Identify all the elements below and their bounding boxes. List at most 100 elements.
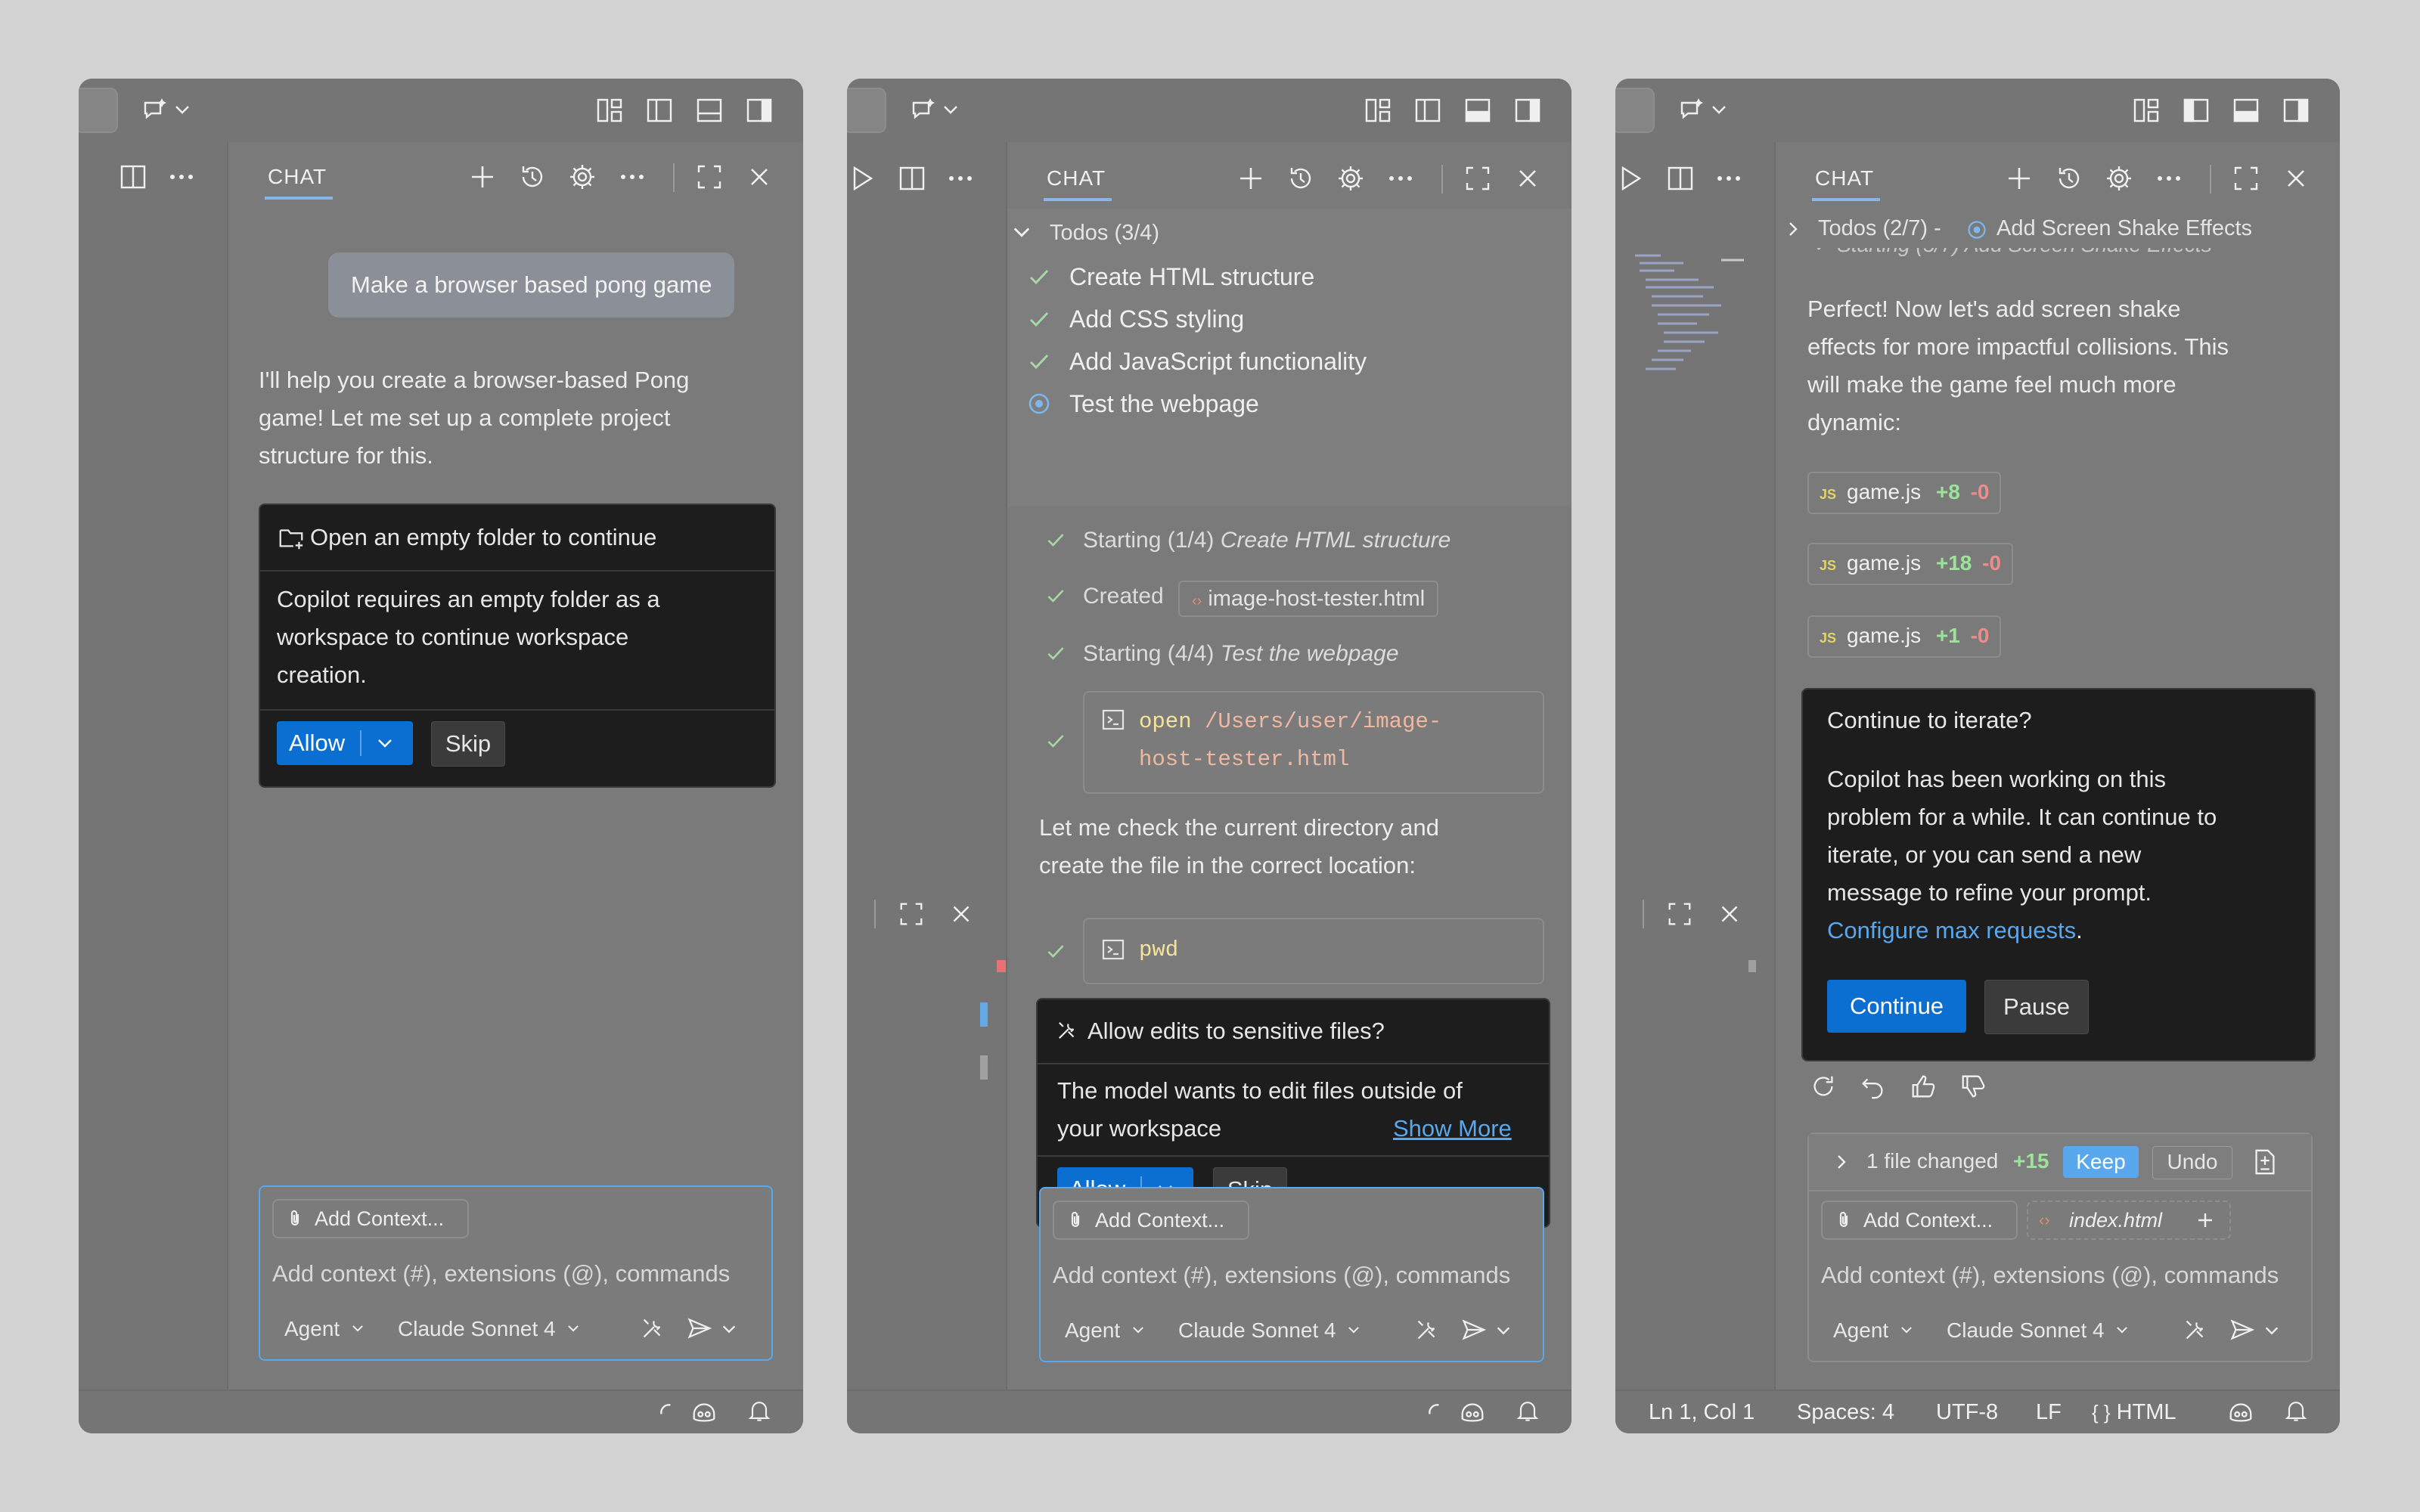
edited-file-chip[interactable]: JS game.js +1 -0 <box>1807 615 2002 658</box>
chevron-down-icon[interactable] <box>1709 100 1729 119</box>
gear-icon[interactable] <box>567 162 597 192</box>
toggle-primary-sidebar-icon[interactable] <box>644 95 675 125</box>
new-chat-icon[interactable] <box>1236 163 1266 194</box>
chevron-down-icon[interactable] <box>1494 1321 1512 1340</box>
toggle-secondary-sidebar-icon[interactable] <box>1512 95 1543 125</box>
chat-input-placeholder[interactable]: Add context (#), extensions (@), command… <box>1821 1256 2302 1294</box>
created-file-chip[interactable]: ‹› image-host-tester.html <box>1178 581 1439 617</box>
customize-layout-icon[interactable] <box>2131 95 2161 125</box>
add-context-button[interactable]: Add Context... <box>1821 1201 2018 1240</box>
split-editor-icon[interactable] <box>1665 163 1696 194</box>
copilot-sparkle-icon[interactable] <box>1677 95 1708 125</box>
toggle-primary-sidebar-icon[interactable] <box>2181 95 2211 125</box>
chat-input-placeholder[interactable]: Add context (#), extensions (@), command… <box>1053 1256 1534 1294</box>
more-actions-icon[interactable] <box>1714 163 1744 194</box>
encoding[interactable]: UTF-8 <box>1936 1391 1998 1433</box>
chevron-down-icon[interactable] <box>172 100 192 119</box>
tools-icon[interactable] <box>1413 1315 1441 1344</box>
end-of-line[interactable]: LF <box>2036 1391 2062 1433</box>
model-selector[interactable]: Claude Sonnet 4 <box>398 1311 581 1347</box>
chevron-down-icon[interactable] <box>1010 221 1033 243</box>
cursor-position[interactable]: Ln 1, Col 1 <box>1649 1391 1754 1433</box>
close-icon[interactable] <box>2281 163 2311 194</box>
configure-max-requests-link[interactable]: Configure max requests <box>1827 917 2076 943</box>
send-icon[interactable] <box>1460 1315 1488 1344</box>
mode-selector[interactable]: Agent <box>284 1311 365 1347</box>
history-icon[interactable] <box>1286 163 1316 194</box>
model-selector[interactable]: Claude Sonnet 4 <box>1178 1312 1361 1349</box>
maximize-panel-icon[interactable] <box>1665 900 1694 928</box>
add-context-button[interactable]: Add Context... <box>272 1199 469 1238</box>
terminal-command-open[interactable]: open /Users/user/image- host-tester.html <box>1083 691 1544 794</box>
copilot-icon[interactable] <box>2226 1397 2255 1426</box>
attached-file-chip[interactable]: ‹› index.html <box>2027 1201 2231 1240</box>
pause-button[interactable]: Pause <box>1984 980 2089 1034</box>
chat-input-placeholder[interactable]: Add context (#), extensions (@), command… <box>272 1255 762 1293</box>
send-icon[interactable] <box>685 1314 714 1343</box>
thumbs-up-icon[interactable] <box>1909 1072 1938 1101</box>
terminal-command-pwd[interactable]: pwd <box>1083 918 1544 984</box>
continue-button[interactable]: Continue <box>1827 980 1966 1033</box>
mode-selector[interactable]: Agent <box>1065 1312 1146 1349</box>
chevron-down-icon[interactable] <box>941 100 960 119</box>
history-icon[interactable] <box>2054 163 2084 194</box>
todos-collapsed-header[interactable]: Todos (2/7) - Add Screen Shake Effects <box>1776 209 2340 248</box>
copilot-sparkle-icon[interactable] <box>909 95 939 125</box>
maximize-icon[interactable] <box>694 162 724 192</box>
split-editor-icon[interactable] <box>897 163 927 194</box>
retry-icon[interactable] <box>1809 1072 1838 1101</box>
toggle-panel-icon[interactable] <box>1463 95 1493 125</box>
add-context-button[interactable]: Add Context... <box>1053 1201 1249 1240</box>
toggle-primary-sidebar-icon[interactable] <box>1413 95 1443 125</box>
new-chat-icon[interactable] <box>467 162 498 192</box>
chat-title[interactable]: CHAT <box>1815 166 1874 191</box>
undo-icon[interactable] <box>1859 1072 1888 1101</box>
chat-input-box[interactable]: Add Context... Add context (#), extensio… <box>1039 1187 1544 1362</box>
history-icon[interactable] <box>517 162 548 192</box>
show-more-link[interactable]: Show More <box>1393 1110 1512 1148</box>
chevron-down-icon[interactable] <box>375 733 395 753</box>
indentation[interactable]: Spaces: 4 <box>1797 1391 1894 1433</box>
close-icon[interactable] <box>744 162 774 192</box>
chevron-down-icon[interactable] <box>2263 1321 2281 1340</box>
chat-title[interactable]: CHAT <box>268 165 327 189</box>
more-actions-icon[interactable] <box>2154 163 2184 194</box>
changes-label[interactable]: 1 file changed <box>1866 1145 1998 1178</box>
close-panel-icon[interactable] <box>947 900 976 928</box>
toggle-panel-icon[interactable] <box>2231 95 2261 125</box>
chat-input-box[interactable]: 1 file changed +15 Keep Undo Add Context… <box>1807 1132 2313 1362</box>
bell-icon[interactable] <box>2282 1397 2310 1424</box>
skip-button[interactable]: Skip <box>431 721 505 767</box>
gear-icon[interactable] <box>1336 163 1366 194</box>
edited-file-chip[interactable]: JS game.js +18 -0 <box>1807 543 2014 585</box>
tools-icon[interactable] <box>638 1314 667 1343</box>
split-editor-icon[interactable] <box>118 162 148 192</box>
copilot-sparkle-icon[interactable] <box>141 95 171 125</box>
maximize-icon[interactable] <box>1463 163 1493 194</box>
toggle-panel-icon[interactable] <box>694 95 724 125</box>
add-icon[interactable] <box>2196 1211 2214 1229</box>
allow-button[interactable]: Allow <box>277 721 413 765</box>
chevron-down-icon[interactable] <box>720 1320 738 1338</box>
diff-view-icon[interactable] <box>2251 1148 2279 1176</box>
more-actions-icon[interactable] <box>945 163 976 194</box>
toggle-secondary-sidebar-icon[interactable] <box>2281 95 2311 125</box>
bell-icon[interactable] <box>1514 1397 1541 1424</box>
run-icon[interactable] <box>1615 163 1646 194</box>
send-icon[interactable] <box>2228 1315 2257 1344</box>
chat-title[interactable]: CHAT <box>1047 166 1106 191</box>
gear-icon[interactable] <box>2104 163 2134 194</box>
chevron-right-icon[interactable] <box>1832 1152 1851 1172</box>
toggle-secondary-sidebar-icon[interactable] <box>744 95 774 125</box>
more-actions-icon[interactable] <box>617 162 647 192</box>
edited-file-chip[interactable]: JS game.js +8 -0 <box>1807 472 2002 514</box>
customize-layout-icon[interactable] <box>1363 95 1393 125</box>
tools-icon[interactable] <box>2181 1315 2210 1344</box>
language-mode[interactable]: { } HTML <box>2092 1391 2176 1433</box>
maximize-panel-icon[interactable] <box>897 900 926 928</box>
close-icon[interactable] <box>1512 163 1543 194</box>
close-panel-icon[interactable] <box>1715 900 1744 928</box>
thumbs-down-icon[interactable] <box>1959 1072 1987 1101</box>
new-chat-icon[interactable] <box>2004 163 2034 194</box>
maximize-icon[interactable] <box>2231 163 2261 194</box>
